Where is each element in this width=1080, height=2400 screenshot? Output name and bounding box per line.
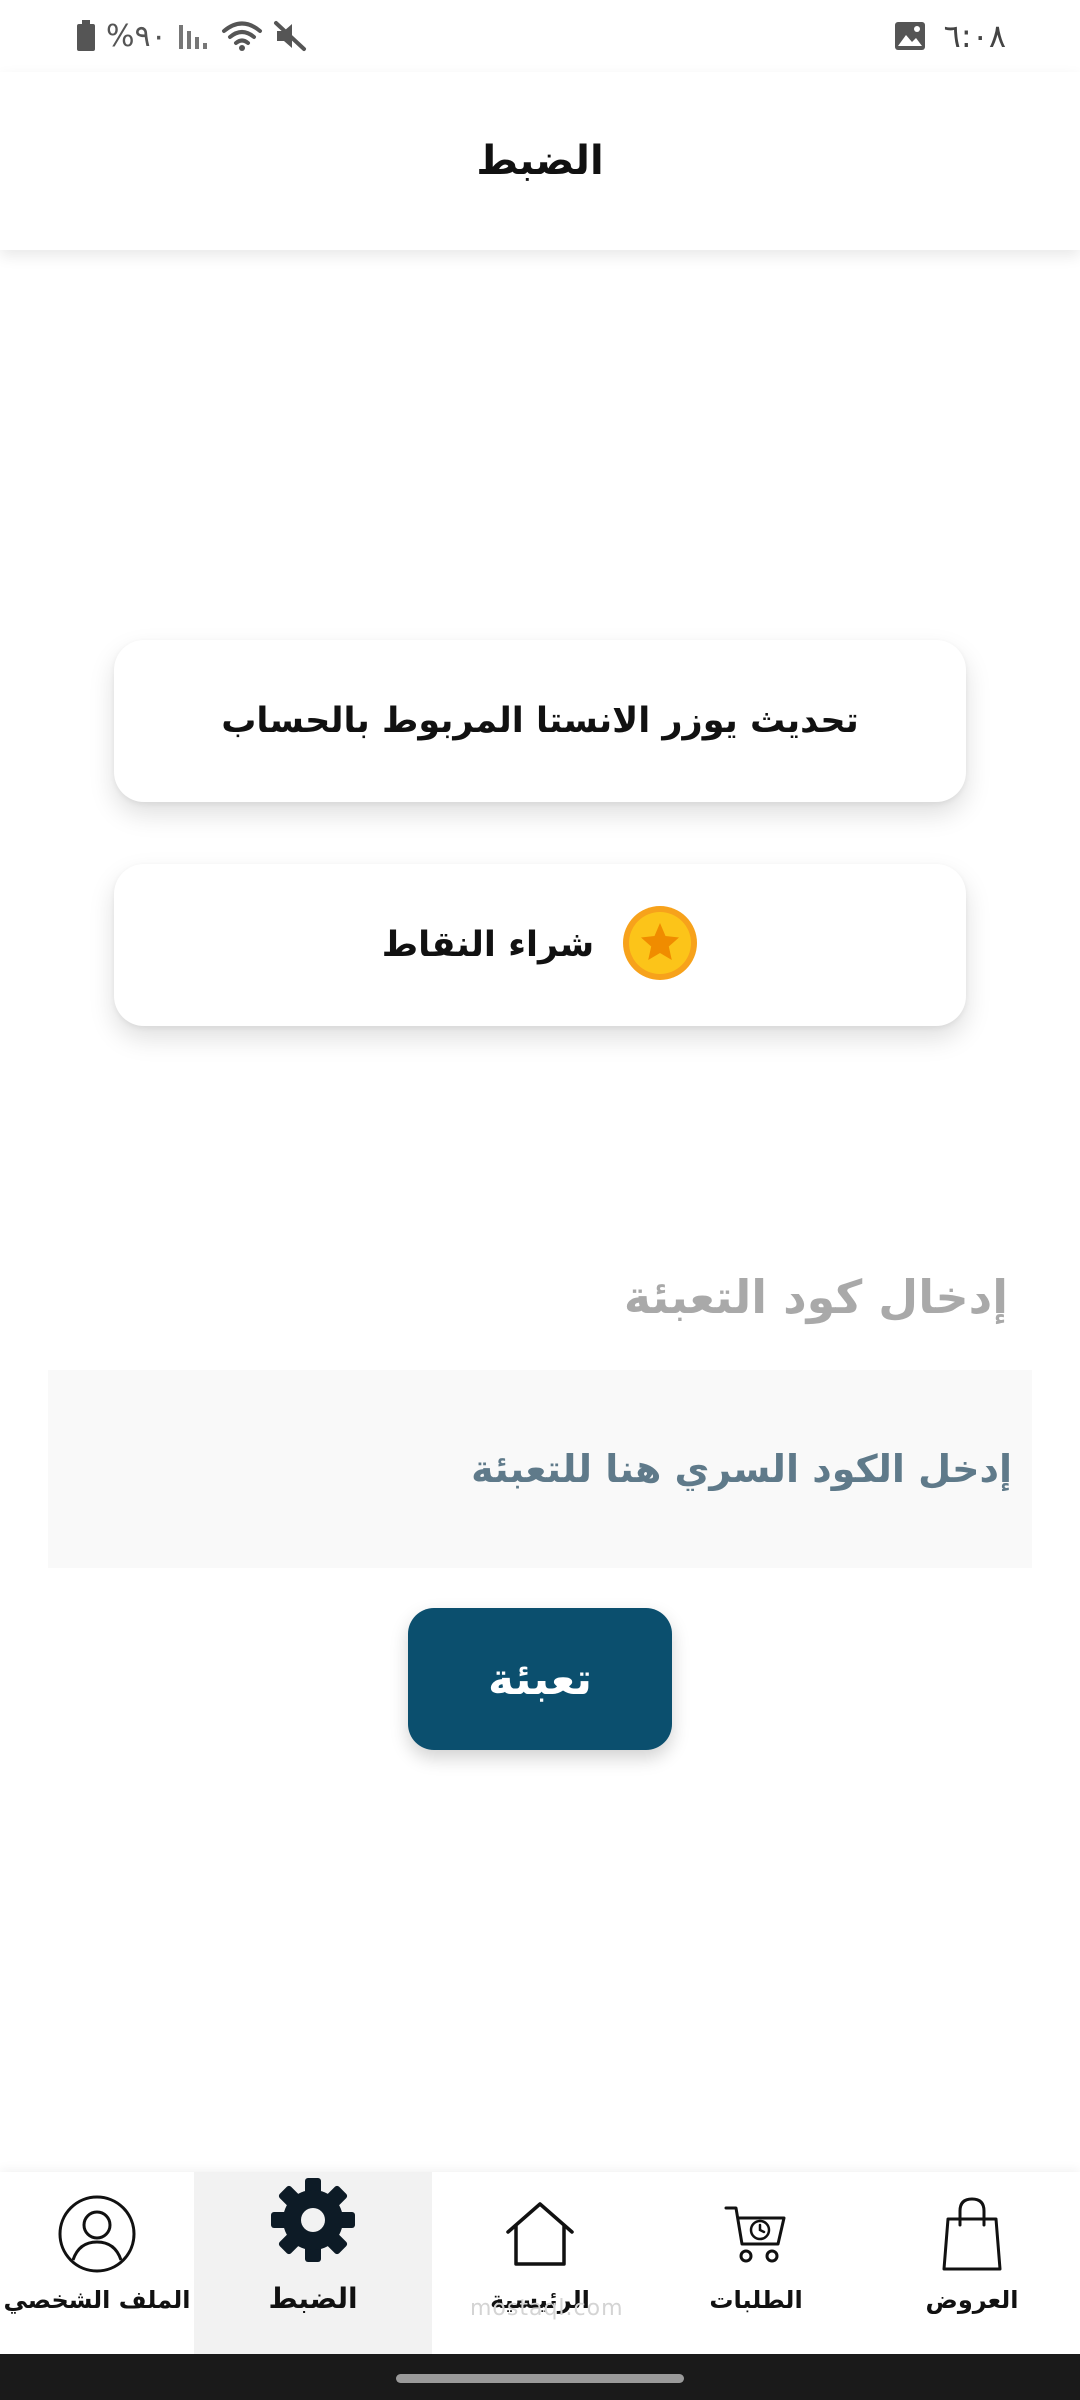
nav-item-profile[interactable]: الملف الشخصي: [0, 2172, 194, 2354]
nav-label-profile: الملف الشخصي: [3, 2286, 191, 2314]
status-bar-right: ٦:٠٨: [894, 14, 1006, 58]
system-gesture-bar: [0, 2354, 1080, 2400]
status-bar-left: %٩٠: [76, 14, 307, 58]
update-instagram-username-button[interactable]: تحديث يوزر الانستا المربوط بالحساب: [114, 640, 966, 802]
signal-icon: [177, 21, 211, 51]
gear-icon: [267, 2172, 359, 2268]
nav-item-settings[interactable]: الضبط: [194, 2172, 432, 2354]
coin-star-icon: [622, 905, 698, 985]
nav-label-offers: العروض: [925, 2286, 1019, 2314]
clock: ٦:٠٨: [943, 17, 1006, 55]
recharge-code-field-container: [48, 1370, 1032, 1568]
recharge-code-input[interactable]: [48, 1370, 1032, 1568]
nav-item-offers[interactable]: العروض: [864, 2172, 1080, 2354]
mute-icon: [273, 20, 307, 52]
recharge-section-title: إدخال كود التعبئة: [623, 1270, 1008, 1324]
bottom-navigation: الملف الشخصي الضبط الرئيسية الطلبات العر…: [0, 2172, 1080, 2354]
shopping-bag-icon: [940, 2186, 1004, 2282]
buy-points-label: شراء النقاط: [381, 925, 595, 965]
nav-label-orders: الطلبات: [709, 2286, 803, 2314]
battery-icon: [76, 20, 96, 52]
home-icon: [502, 2186, 578, 2282]
home-gesture-handle[interactable]: [396, 2374, 684, 2383]
app-header: الضبط: [0, 72, 1080, 250]
update-instagram-username-label: تحديث يوزر الانستا المربوط بالحساب: [221, 701, 859, 741]
status-bar: %٩٠ ٦:٠٨: [0, 0, 1080, 72]
cart-clock-icon: [722, 2186, 790, 2282]
page-title: الضبط: [476, 138, 604, 184]
nav-label-home: الرئيسية: [490, 2286, 590, 2314]
battery-percentage: %٩٠: [106, 18, 167, 54]
image-notification-icon: [894, 21, 926, 51]
nav-label-settings: الضبط: [268, 2282, 358, 2315]
wifi-icon: [221, 20, 263, 52]
nav-item-home[interactable]: الرئيسية: [432, 2172, 648, 2354]
nav-item-orders[interactable]: الطلبات: [648, 2172, 864, 2354]
user-profile-icon: [57, 2186, 137, 2282]
buy-points-button[interactable]: شراء النقاط: [114, 864, 966, 1026]
recharge-button[interactable]: تعبئة: [408, 1608, 672, 1750]
